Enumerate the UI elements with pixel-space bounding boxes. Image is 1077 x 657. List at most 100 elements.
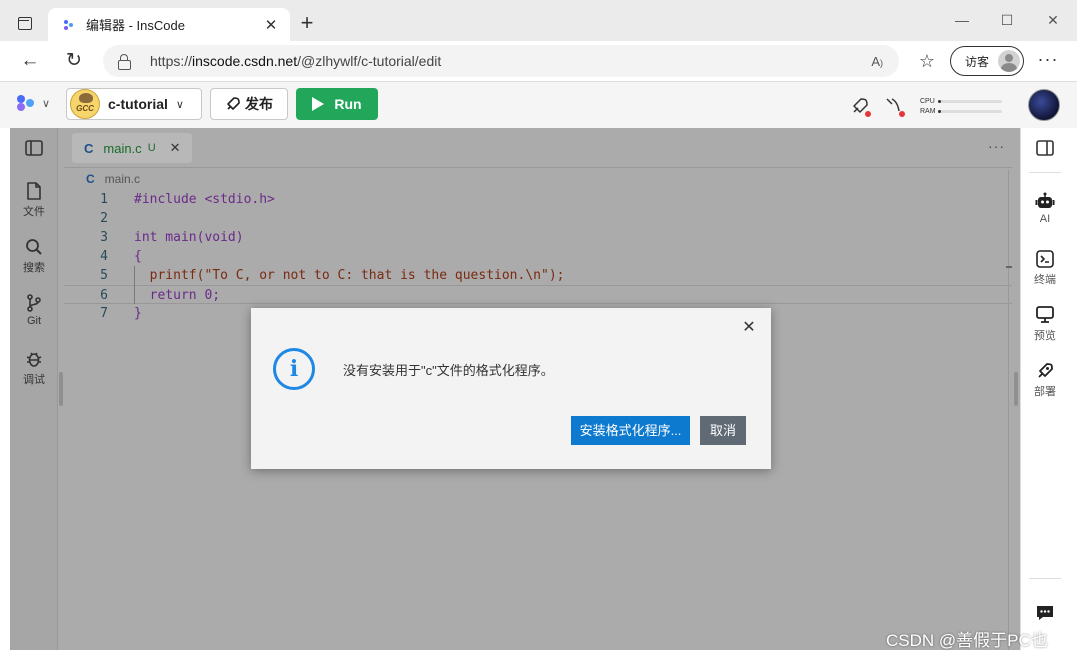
ram-bar [938, 109, 1002, 113]
sidebar-item-debug[interactable]: 调试 [10, 350, 58, 387]
maximize-icon[interactable]: ☐ [997, 10, 1017, 30]
deploy-alert-icon[interactable] [850, 96, 871, 117]
url-field[interactable]: https://inscode.csdn.net/@zlhywlf/c-tuto… [103, 45, 899, 77]
code-text: } [134, 306, 142, 321]
c-language-icon: C [84, 140, 94, 156]
terminal-icon [1036, 250, 1054, 268]
minimize-icon[interactable]: — [952, 10, 972, 30]
project-selector[interactable]: GCC c-tutorial ∨ [66, 88, 202, 120]
editor-scrollbar[interactable] [1008, 170, 1009, 650]
code-line[interactable]: 2 [64, 209, 1012, 228]
inscode-logo[interactable]: ∨ [16, 94, 50, 112]
right-panel-item-label: 预览 [1034, 330, 1056, 342]
sidebar-item-git[interactable]: Git [10, 294, 58, 327]
search-icon [26, 239, 42, 255]
sidebar-item-files[interactable]: 文件 [10, 182, 58, 219]
activity-bar: 文件 搜索 Git 调试 [10, 128, 58, 650]
ram-bar-fill [938, 109, 942, 113]
code-text: { [134, 249, 142, 264]
alert-dot [865, 111, 871, 117]
sidebar-item-label: 调试 [23, 374, 45, 386]
bug-icon [26, 352, 42, 367]
right-panel-item-terminal[interactable]: 终端 [1021, 250, 1069, 287]
untracked-badge: U [147, 142, 156, 154]
divider [1029, 578, 1061, 579]
reload-icon[interactable]: ↻ [62, 50, 86, 72]
line-number: 7 [100, 306, 108, 321]
toggle-sidebar-icon[interactable] [10, 140, 58, 159]
line-number: 1 [100, 192, 108, 207]
browser-titlebar: 编辑器 - InsCode ✕ + — ☐ ✕ [0, 0, 1077, 41]
right-panel-bar: AI 终端 预览 部署 [1020, 128, 1068, 650]
resize-handle[interactable] [1014, 372, 1018, 406]
code-line[interactable]: 1 #include <stdio.h> [64, 190, 1012, 209]
back-icon[interactable]: ← [18, 50, 42, 72]
install-formatter-button[interactable]: 安装格式化程序... [571, 416, 690, 445]
right-panel-item-label: 部署 [1034, 386, 1056, 398]
toggle-right-panel-icon[interactable] [1021, 140, 1069, 159]
new-tab-icon[interactable]: + [296, 12, 318, 34]
robot-icon [1035, 192, 1055, 208]
sidebar-item-label: 文件 [23, 206, 45, 218]
address-bar: ← ↻ https://inscode.csdn.net/@zlhywlf/c-… [0, 41, 1077, 82]
inscode-logo-icon [17, 95, 34, 111]
sidebar-item-search[interactable]: 搜索 [10, 238, 58, 275]
file-icon [27, 182, 41, 200]
run-label: Run [334, 96, 362, 112]
feedback-icon[interactable] [1021, 604, 1069, 625]
url-text[interactable]: https://inscode.csdn.net/@zlhywlf/c-tuto… [150, 53, 871, 69]
editor-tab-filename: main.c [103, 140, 142, 156]
code-text: return 0; [134, 288, 221, 303]
sidebar-item-label: 搜索 [23, 262, 45, 274]
line-number: 3 [100, 230, 108, 245]
resource-monitor: CPU RAM [920, 96, 1010, 116]
close-window-icon[interactable]: ✕ [1043, 10, 1063, 30]
profile-button[interactable]: 访客 [950, 46, 1024, 76]
cancel-button[interactable]: 取消 [700, 416, 746, 445]
publish-button[interactable]: 发布 [210, 88, 288, 120]
rocket-icon [227, 97, 240, 110]
breadcrumb[interactable]: C main.c [86, 172, 140, 186]
alert-dot [899, 111, 905, 117]
editor-tab[interactable]: C main.c U ✕ [72, 133, 192, 163]
code-text: #include <stdio.h> [134, 192, 275, 207]
indent-guide [134, 266, 135, 304]
right-panel-item-preview[interactable]: 预览 [1021, 306, 1069, 343]
close-icon[interactable]: ✕ [741, 320, 757, 336]
avatar[interactable] [1028, 89, 1060, 121]
more-icon[interactable]: ··· [1036, 50, 1060, 72]
tab-actions-icon[interactable] [10, 12, 40, 34]
inscode-favicon-icon [62, 18, 76, 32]
lock-icon[interactable] [118, 54, 131, 70]
code-line-current[interactable]: 6 return 0; [64, 285, 1012, 304]
close-tab-icon[interactable]: ✕ [170, 140, 181, 156]
right-panel-item-deploy[interactable]: 部署 [1021, 362, 1069, 399]
profile-label: 访客 [965, 54, 990, 69]
right-panel-item-label: 终端 [1034, 274, 1056, 286]
code-text: int main(void) [134, 230, 244, 245]
read-aloud-icon[interactable]: A) [871, 54, 883, 69]
cpu-label: CPU [920, 97, 935, 105]
run-button[interactable]: Run [296, 88, 378, 120]
chevron-down-icon: ∨ [175, 98, 184, 111]
resize-handle[interactable] [59, 372, 63, 406]
close-tab-icon[interactable]: ✕ [262, 16, 280, 34]
right-panel-item-ai[interactable]: AI [1021, 192, 1069, 225]
line-number: 4 [100, 249, 108, 264]
sidebar-item-label: Git [26, 315, 42, 327]
code-line[interactable]: 3 int main(void) [64, 228, 1012, 247]
favorites-icon[interactable]: ☆ [916, 50, 938, 72]
editor-more-icon[interactable]: ··· [988, 138, 1005, 154]
browser-tab[interactable]: 编辑器 - InsCode ✕ [48, 8, 290, 41]
code-line[interactable]: 4 { [64, 247, 1012, 266]
info-icon: i [273, 348, 315, 390]
rocket-icon [1038, 363, 1053, 378]
code-line[interactable]: 5 printf("To C, or not to C: that is the… [64, 266, 1012, 285]
chevron-down-icon: ∨ [42, 97, 51, 110]
code-text: printf("To C, or not to C: that is the q… [134, 268, 565, 283]
divider [1029, 172, 1061, 173]
debug-alert-icon[interactable] [884, 96, 905, 117]
line-number: 5 [100, 268, 108, 283]
scrollbar-marker [1006, 266, 1012, 268]
breadcrumb-file: main.c [104, 172, 141, 186]
